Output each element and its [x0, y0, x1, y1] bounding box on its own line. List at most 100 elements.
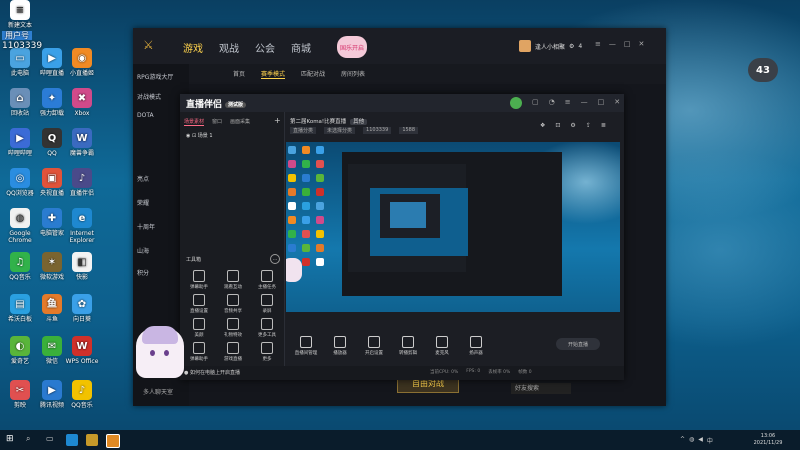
launcher-nav-tab[interactable]: 游戏: [183, 40, 203, 55]
desktop-shortcut[interactable]: ✖ Xbox: [64, 88, 100, 117]
desktop-shortcut[interactable]: ▤ 希沃白板: [2, 294, 38, 323]
stream-control[interactable]: 播放器: [326, 336, 354, 356]
search-icon[interactable]: ⌕: [26, 434, 38, 446]
tool-button[interactable]: 录屏: [252, 294, 282, 314]
tool-button[interactable]: 更多: [252, 342, 282, 362]
chatroom-button[interactable]: 多人聊天室: [143, 387, 203, 396]
launcher-sub-tab[interactable]: 首页: [233, 69, 245, 79]
tool-button[interactable]: 游戏直播: [218, 342, 248, 362]
preview-desktop-icon: [316, 258, 324, 266]
desktop-shortcut[interactable]: ✿ 向日葵: [64, 294, 100, 323]
lock-icon[interactable]: ⊡: [555, 122, 560, 129]
minimize-icon[interactable]: —: [609, 40, 616, 48]
scene-tab[interactable]: 画面采集: [230, 118, 250, 126]
desktop-shortcut[interactable]: ⌂ 回收站: [2, 88, 38, 117]
stream-meta-item[interactable]: 直播分类: [290, 127, 317, 134]
eye-icon[interactable]: ◉: [186, 133, 190, 139]
lock-icon[interactable]: ⊡: [192, 133, 196, 139]
network-icon[interactable]: ◍: [689, 436, 694, 445]
stream-meta-item[interactable]: 未选择分类: [324, 127, 356, 134]
tool-button[interactable]: 直播设置: [184, 294, 214, 314]
tool-button[interactable]: 美颜: [184, 318, 214, 338]
desktop-shortcut[interactable]: ▶ 哔哩哔哩: [2, 128, 38, 157]
input-method-icon[interactable]: 中: [707, 436, 713, 445]
launcher-sub-tab[interactable]: 房间列表: [341, 69, 365, 79]
launcher-nav-tab[interactable]: 公会: [255, 40, 275, 55]
desktop-shortcut[interactable]: W 魔兽争霸: [64, 128, 100, 157]
menu-icon[interactable]: ≡: [595, 40, 601, 48]
desktop-shortcut[interactable]: ♫ QQ音乐: [2, 252, 38, 281]
launcher-sub-tab[interactable]: 匹配对战: [301, 69, 325, 79]
maximize-icon[interactable]: □: [624, 40, 631, 48]
desktop-shortcut[interactable]: ◍ Google Chrome: [2, 208, 38, 244]
tool-button[interactable]: 主播任务: [252, 270, 282, 290]
launcher-sub-tab[interactable]: 赛季模式: [261, 69, 286, 79]
windows-start-icon[interactable]: ⊞: [6, 434, 16, 444]
desktop-shortcut[interactable]: ◉ 小直播姬: [64, 48, 100, 77]
desktop-shortcut[interactable]: ◐ 爱奇艺: [2, 336, 38, 365]
preview-desktop-icon: [316, 230, 324, 238]
control-label: 麦克风: [435, 351, 449, 356]
tool-button[interactable]: 音频共享: [218, 294, 248, 314]
desktop-shortcut[interactable]: ♪ QQ音乐: [64, 380, 100, 409]
launcher-subbar: 首页 赛季模式 匹配对战 房间列表: [133, 64, 666, 84]
launcher-user[interactable]: 逢人小相聚 ⚙ 4: [519, 40, 582, 52]
launcher-nav-tab[interactable]: 商城: [291, 40, 311, 55]
stream-title[interactable]: 第二届Koma!比赛直播 其他: [290, 117, 368, 125]
avatar[interactable]: [510, 97, 522, 109]
maximize-icon[interactable]: □: [598, 98, 605, 106]
menu-icon[interactable]: ≡: [565, 98, 571, 106]
message-icon[interactable]: ▢: [532, 98, 539, 106]
stream-control[interactable]: 转播剪辑: [394, 336, 422, 356]
browser-taskbar-icon[interactable]: [66, 434, 78, 446]
scene-tab[interactable]: 场景素材: [184, 118, 205, 126]
stream-control[interactable]: 麦克风: [428, 336, 456, 356]
desktop-shortcut[interactable]: ▭ 此电脑: [2, 48, 38, 77]
friend-search-input[interactable]: 好友搜索: [511, 383, 571, 394]
desktop-shortcut[interactable]: W WPS Office: [64, 336, 100, 365]
launcher-nav-tab[interactable]: 观战: [219, 40, 239, 55]
tool-button[interactable]: 观看互动: [218, 270, 248, 290]
stream-control[interactable]: 扬声器: [462, 336, 490, 356]
settings-icon[interactable]: ⚙: [569, 43, 574, 50]
close-icon[interactable]: ✕: [614, 98, 620, 106]
scene-item[interactable]: ◉ ⊡ 场景 1: [186, 132, 213, 139]
stream-app-taskbar-icon[interactable]: [106, 434, 120, 448]
toolbox-more-icon[interactable]: …: [270, 254, 280, 264]
scene-tab[interactable]: 窗口: [212, 118, 222, 126]
clock[interactable]: 13:06 2021/11/29: [748, 433, 788, 447]
start-live-button[interactable]: 开始直播: [556, 338, 600, 350]
gift-icon[interactable]: ❖: [540, 122, 545, 129]
status-message[interactable]: ● 如何在电脑上开启直播: [184, 369, 240, 376]
desktop-shortcut[interactable]: ♪ 直播伴侣: [64, 168, 100, 197]
task-view-icon[interactable]: ▭: [46, 434, 58, 446]
gear-icon[interactable]: ⚙: [570, 122, 575, 129]
desktop-shortcut[interactable]: ✂ 剪映: [2, 380, 38, 409]
chevron-up-icon[interactable]: ^: [680, 436, 685, 445]
bell-icon[interactable]: ◔: [549, 98, 555, 106]
category-tag[interactable]: 其他: [350, 119, 368, 125]
desktop-shortcut[interactable]: ◎ QQ浏览器: [2, 168, 38, 197]
avatar[interactable]: [519, 40, 531, 52]
share-icon[interactable]: ⇪: [586, 122, 591, 129]
desktop-shortcut[interactable]: ◧ 快影: [64, 252, 100, 281]
list-icon[interactable]: ≣: [601, 122, 606, 129]
stream-preview[interactable]: [286, 142, 620, 320]
close-icon[interactable]: ✕: [639, 40, 645, 48]
shortcut-label: 新建文本: [7, 22, 32, 29]
tool-button[interactable]: 弹幕助手: [184, 270, 214, 290]
launcher-mascot[interactable]: 国乐开启: [337, 36, 367, 58]
desktop-shortcut[interactable]: e Internet Explorer: [64, 208, 100, 244]
desktop-shortcut[interactable]: ≡ 新建文本: [2, 0, 38, 29]
tool-button[interactable]: 礼物特效: [218, 318, 248, 338]
add-icon[interactable]: +: [274, 116, 281, 125]
volume-icon[interactable]: ◀: [698, 436, 703, 445]
floating-counter-bubble[interactable]: 43: [748, 58, 778, 82]
tool-button[interactable]: 更多工具: [252, 318, 282, 338]
tool-button[interactable]: 弹幕助手: [184, 342, 214, 362]
game-taskbar-icon[interactable]: [86, 434, 98, 446]
stream-control[interactable]: 开启设置: [360, 336, 388, 356]
stream-control[interactable]: 直播间管理: [292, 336, 320, 356]
sidebar-item[interactable]: RPG游戏大厅: [137, 72, 187, 81]
minimize-icon[interactable]: —: [581, 98, 588, 106]
